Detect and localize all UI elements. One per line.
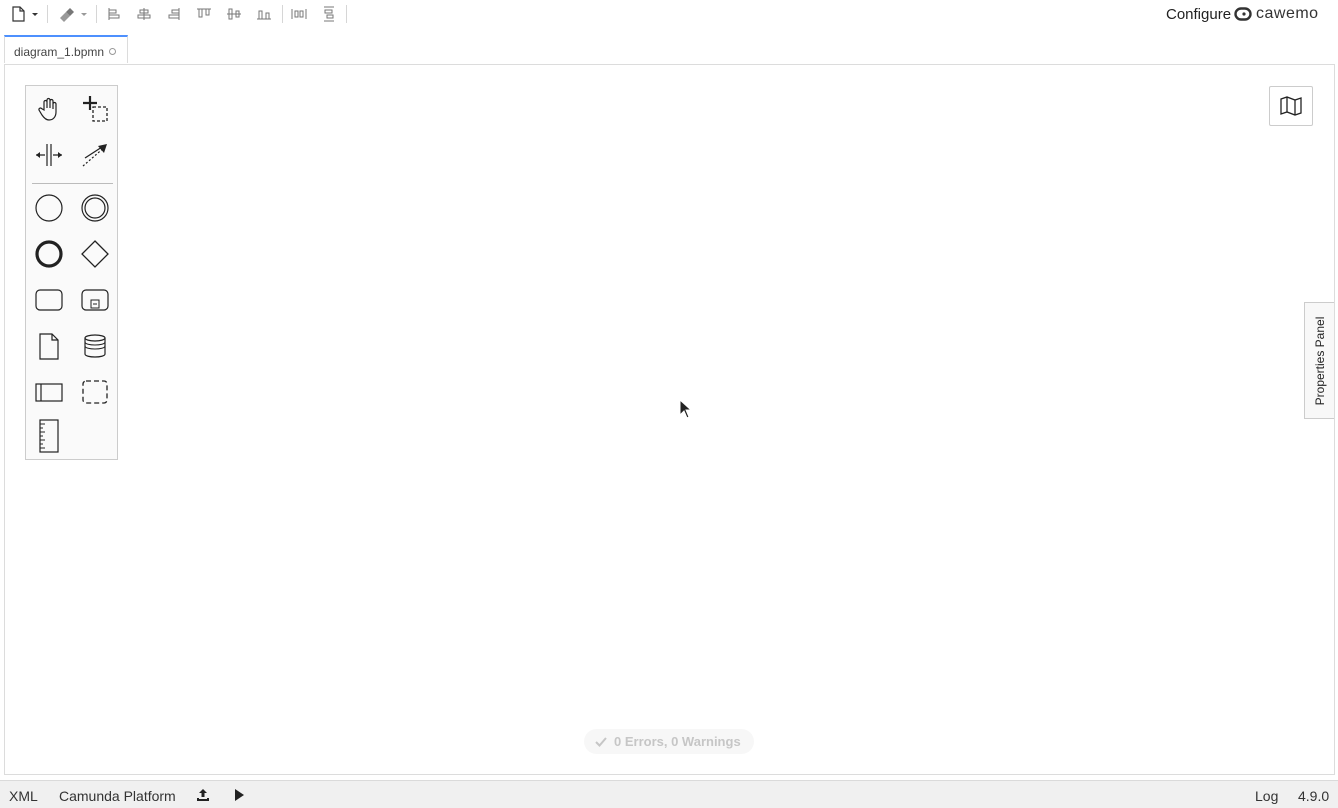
properties-panel-toggle[interactable]: Properties Panel <box>1304 302 1334 419</box>
end-event-button[interactable] <box>32 237 66 271</box>
distribute-horizontal-icon <box>291 9 307 19</box>
intermediate-event-button[interactable] <box>78 191 112 225</box>
align-right-button[interactable] <box>166 4 182 24</box>
pool-participant-button[interactable] <box>32 375 66 409</box>
space-tool-icon <box>36 144 62 166</box>
version-label[interactable]: 4.9.0 <box>1298 788 1329 804</box>
minimap-toggle-button[interactable] <box>1269 86 1313 126</box>
properties-panel-label: Properties Panel <box>1313 316 1327 406</box>
align-center-icon <box>137 8 151 20</box>
task-button[interactable] <box>32 283 66 317</box>
intermediate-event-icon <box>81 194 109 222</box>
lasso-tool-button[interactable] <box>78 92 112 126</box>
data-store-icon <box>84 334 106 358</box>
check-icon <box>595 736 607 747</box>
align-middle-button[interactable] <box>226 4 242 24</box>
align-right-icon <box>168 8 180 20</box>
new-file-icon <box>12 6 38 22</box>
distribute-vertical-icon <box>324 6 334 22</box>
data-object-button[interactable] <box>32 329 66 363</box>
align-top-button[interactable] <box>196 4 212 24</box>
bpmn-canvas[interactable] <box>4 64 1335 775</box>
distribute-horizontal-button[interactable] <box>291 4 307 24</box>
new-file-button[interactable] <box>8 4 40 24</box>
linting-status[interactable]: 0 Errors, 0 Warnings <box>584 729 754 754</box>
tool-palette <box>25 85 118 460</box>
run-icon[interactable] <box>233 788 245 802</box>
log-toggle[interactable]: Log <box>1255 788 1278 804</box>
paint-format-icon <box>60 8 87 22</box>
group-button[interactable] <box>78 375 112 409</box>
tab-label: diagram_1.bpmn <box>14 45 105 59</box>
color-picker-button[interactable] <box>56 4 90 24</box>
status-bar: XML Camunda Platform Log 4.9.0 <box>0 780 1338 808</box>
cawemo-logo-icon <box>1234 7 1252 21</box>
xml-toggle[interactable]: XML <box>9 788 38 804</box>
start-event-button[interactable] <box>32 191 66 225</box>
end-event-icon <box>35 240 63 268</box>
palette-separator <box>32 183 113 184</box>
gateway-button[interactable] <box>78 237 112 271</box>
cawemo-brand[interactable]: cawemo <box>1234 5 1319 23</box>
toolbar-separator <box>282 5 283 23</box>
distribute-vertical-button[interactable] <box>321 4 337 24</box>
linting-status-text: 0 Errors, 0 Warnings <box>614 734 741 749</box>
execution-platform-selector[interactable]: Camunda Platform <box>59 788 176 804</box>
group-icon <box>82 380 108 404</box>
lasso-icon <box>83 96 108 122</box>
subprocess-icon <box>81 289 109 311</box>
start-event-icon <box>35 194 63 222</box>
cawemo-label: cawemo <box>1256 5 1319 22</box>
align-top-icon <box>197 8 211 18</box>
top-toolbar: Configure cawemo <box>0 0 1338 30</box>
pool-icon <box>35 383 63 402</box>
mouse-cursor-icon <box>679 399 693 419</box>
align-bottom-button[interactable] <box>256 4 272 24</box>
toolbar-separator <box>47 5 48 23</box>
unsaved-indicator-icon <box>109 48 116 55</box>
task-icon <box>35 289 63 311</box>
configure-link[interactable]: Configure <box>1166 6 1231 23</box>
map-icon <box>1280 96 1302 116</box>
subprocess-button[interactable] <box>78 283 112 317</box>
hand-tool-button[interactable] <box>32 92 66 126</box>
text-annotation-button[interactable] <box>32 419 66 453</box>
data-store-button[interactable] <box>78 329 112 363</box>
connect-icon <box>82 144 107 167</box>
global-connect-tool-button[interactable] <box>78 138 112 172</box>
data-object-icon <box>39 333 59 360</box>
align-left-icon <box>108 8 120 20</box>
text-annotation-icon <box>39 419 59 453</box>
tab-diagram-1[interactable]: diagram_1.bpmn <box>4 35 128 63</box>
toolbar-separator <box>346 5 347 23</box>
align-bottom-icon <box>257 10 271 20</box>
align-left-button[interactable] <box>106 4 122 24</box>
align-middle-icon <box>227 8 241 20</box>
hand-icon <box>38 97 57 121</box>
gateway-icon <box>81 240 109 268</box>
space-tool-button[interactable] <box>32 138 66 172</box>
deploy-icon[interactable] <box>196 788 210 802</box>
align-center-button[interactable] <box>136 4 152 24</box>
toolbar-separator <box>96 5 97 23</box>
